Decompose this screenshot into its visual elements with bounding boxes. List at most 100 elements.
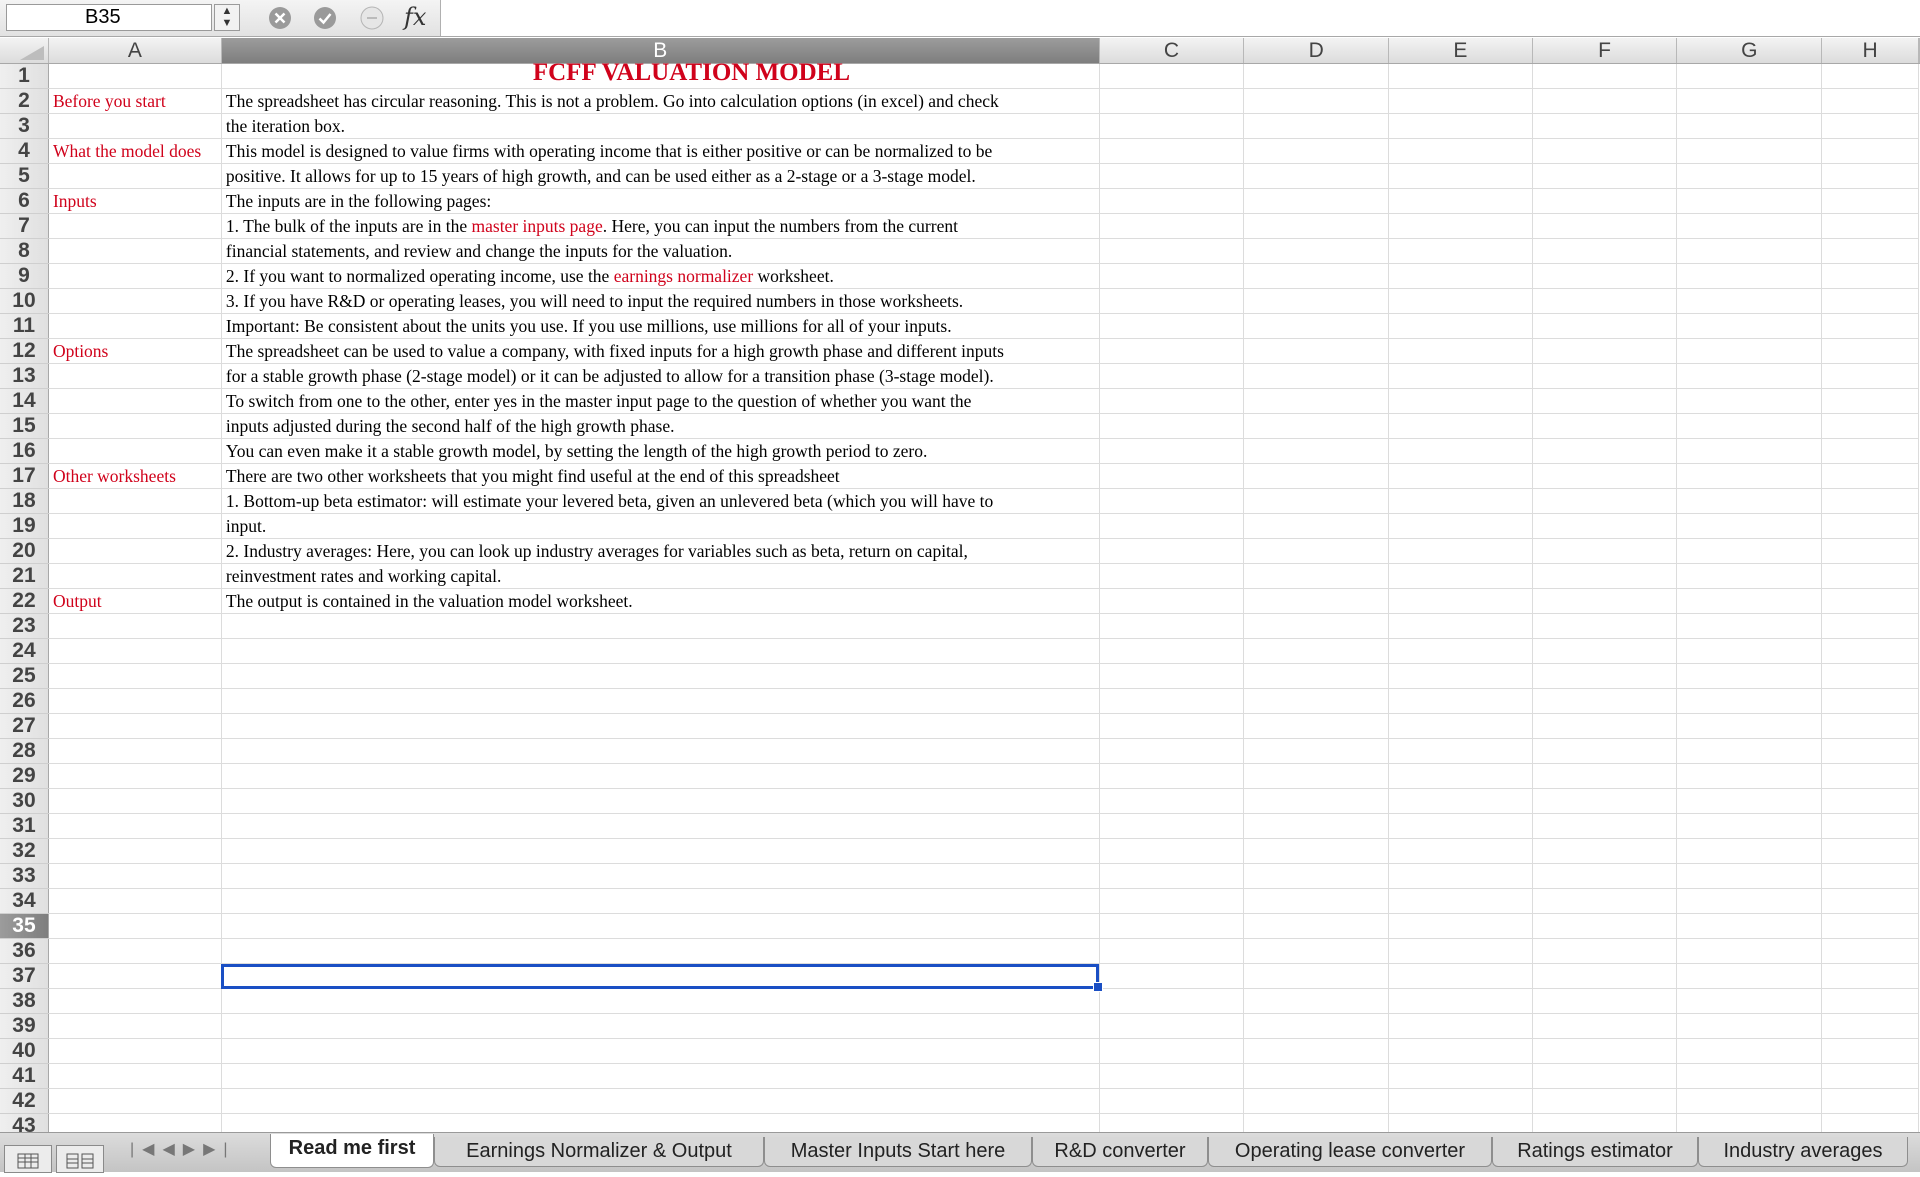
cell[interactable] [1099, 913, 1245, 939]
cell-b[interactable] [221, 63, 1100, 89]
cell[interactable] [1388, 413, 1533, 439]
cell[interactable] [1821, 1113, 1919, 1132]
cell-a[interactable] [48, 1013, 222, 1039]
cell-b[interactable]: The inputs are in the following pages: [221, 188, 1100, 214]
fill-handle[interactable] [1093, 982, 1103, 992]
cell-b[interactable] [221, 1013, 1100, 1039]
cell[interactable] [1099, 813, 1245, 839]
cell[interactable] [1676, 488, 1823, 514]
cell-a[interactable] [48, 613, 222, 639]
cell[interactable] [1388, 938, 1533, 964]
row-header[interactable]: 9 [0, 263, 49, 289]
cell[interactable] [1676, 188, 1823, 214]
row-header[interactable]: 24 [0, 638, 49, 664]
function-wizard-icon[interactable] [360, 6, 384, 30]
cell[interactable] [1532, 363, 1678, 389]
cell[interactable] [1676, 1013, 1823, 1039]
cell[interactable] [1388, 913, 1533, 939]
cell[interactable] [1532, 338, 1678, 364]
cell[interactable] [1532, 963, 1678, 989]
cell[interactable] [1821, 63, 1919, 89]
cell[interactable] [1676, 438, 1823, 464]
cell-a[interactable] [48, 438, 222, 464]
cell[interactable] [1821, 988, 1919, 1014]
cell-b[interactable]: 3. If you have R&D or operating leases, … [221, 288, 1100, 314]
column-header-0[interactable]: A [48, 38, 222, 64]
function-icon[interactable]: fx [404, 0, 426, 34]
cell-a[interactable] [48, 813, 222, 839]
cell[interactable] [1821, 513, 1919, 539]
cell[interactable] [1243, 263, 1390, 289]
confirm-icon[interactable] [313, 6, 337, 30]
cell[interactable] [1099, 363, 1245, 389]
cell[interactable] [1243, 638, 1390, 664]
sheet-navigation-arrows[interactable]: |◀◀▶▶| [120, 1137, 280, 1163]
cell[interactable] [1821, 88, 1919, 114]
cell[interactable] [1532, 938, 1678, 964]
row-header[interactable]: 39 [0, 1013, 49, 1039]
cell[interactable] [1099, 163, 1245, 189]
cell[interactable] [1532, 238, 1678, 264]
cell-a[interactable]: What the model does [48, 138, 222, 164]
cell-b[interactable]: You can even make it a stable growth mod… [221, 438, 1100, 464]
cell[interactable] [1099, 1113, 1245, 1132]
cell[interactable] [1821, 913, 1919, 939]
cell[interactable] [1243, 363, 1390, 389]
cell[interactable] [1532, 638, 1678, 664]
cell-b[interactable] [221, 813, 1100, 839]
row-header[interactable]: 20 [0, 538, 49, 564]
cell-b[interactable]: Important: Be consistent about the units… [221, 313, 1100, 339]
cell[interactable] [1821, 963, 1919, 989]
cell-b[interactable] [221, 963, 1100, 989]
cell[interactable] [1099, 763, 1245, 789]
cell-b[interactable]: input. [221, 513, 1100, 539]
cell-a[interactable] [48, 113, 222, 139]
row-header[interactable]: 21 [0, 563, 49, 589]
cell-a[interactable] [48, 263, 222, 289]
cell[interactable] [1388, 713, 1533, 739]
row-header[interactable]: 18 [0, 488, 49, 514]
row-header[interactable]: 7 [0, 213, 49, 239]
cell[interactable] [1388, 188, 1533, 214]
column-header-3[interactable]: D [1243, 38, 1390, 64]
cell[interactable] [1243, 463, 1390, 489]
cell[interactable] [1676, 588, 1823, 614]
row-header[interactable]: 34 [0, 888, 49, 914]
cell[interactable] [1099, 938, 1245, 964]
cell[interactable] [1532, 513, 1678, 539]
cell[interactable] [1243, 613, 1390, 639]
cell[interactable] [1099, 263, 1245, 289]
cell[interactable] [1388, 988, 1533, 1014]
cell[interactable] [1388, 663, 1533, 689]
cell[interactable] [1532, 738, 1678, 764]
cell-a[interactable]: FCFF VALUATION MODEL [48, 59, 850, 89]
cell[interactable] [1821, 938, 1919, 964]
cell[interactable] [1676, 1038, 1823, 1064]
cell[interactable] [1532, 138, 1678, 164]
cell[interactable] [1243, 1113, 1390, 1132]
cell[interactable] [1676, 538, 1823, 564]
cell[interactable] [1532, 863, 1678, 889]
page-layout-view-icon[interactable] [56, 1145, 104, 1173]
row-header[interactable]: 25 [0, 663, 49, 689]
cell[interactable] [1676, 888, 1823, 914]
cell-a[interactable] [48, 488, 222, 514]
cell[interactable] [1532, 163, 1678, 189]
cell-a[interactable]: Output [48, 588, 222, 614]
row-header[interactable]: 40 [0, 1038, 49, 1064]
cell[interactable] [1676, 1063, 1823, 1089]
cell[interactable] [1821, 1088, 1919, 1114]
cell[interactable] [1388, 438, 1533, 464]
cell[interactable] [1388, 363, 1533, 389]
cell[interactable] [1821, 738, 1919, 764]
row-header[interactable]: 4 [0, 138, 49, 164]
cell[interactable] [1243, 488, 1390, 514]
cell[interactable] [1099, 863, 1245, 889]
cell[interactable] [1532, 213, 1678, 239]
cell[interactable] [1388, 313, 1533, 339]
cell[interactable] [1099, 438, 1245, 464]
cell[interactable] [1243, 88, 1390, 114]
cell-a[interactable] [48, 763, 222, 789]
cell[interactable] [1532, 788, 1678, 814]
column-header-7[interactable]: H [1821, 38, 1919, 64]
